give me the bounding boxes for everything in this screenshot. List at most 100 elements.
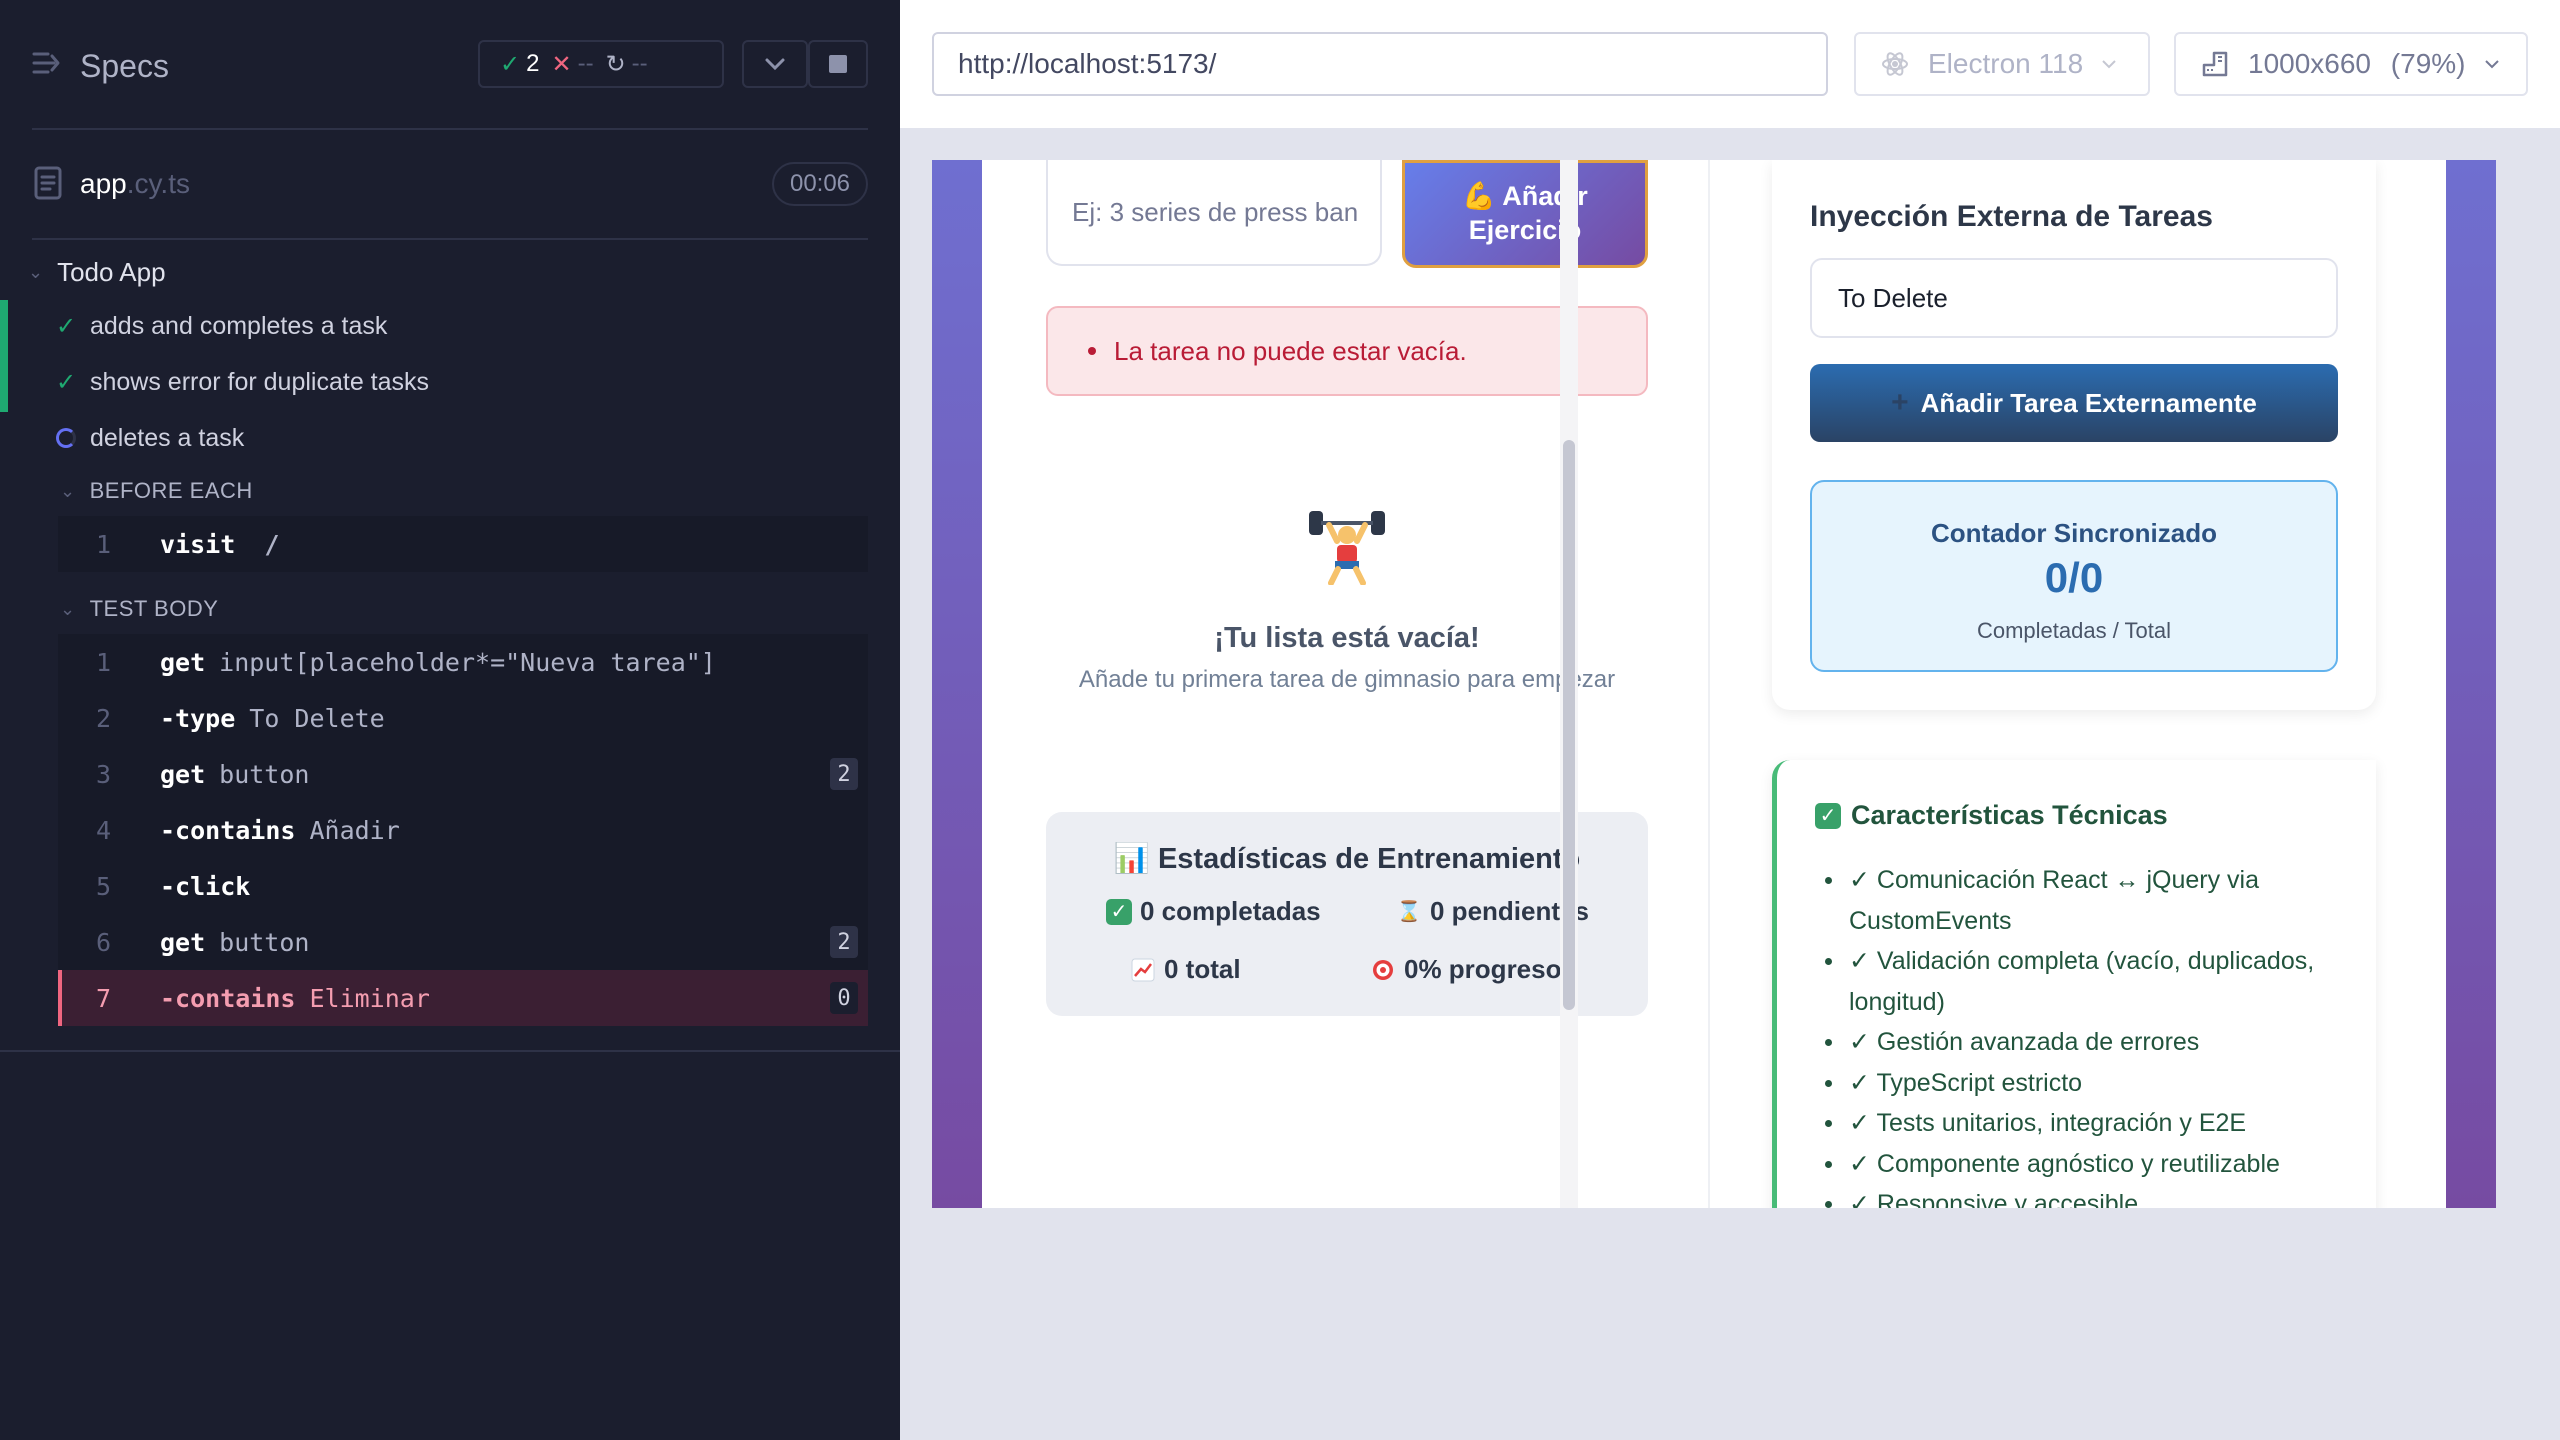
training-stats-card: 📊 Estadísticas de Entrenamiento ✓ 0 comp… (1046, 812, 1648, 1016)
command-message: Eliminar (309, 983, 430, 1013)
pending-icon: ↻ (605, 50, 626, 78)
pending-value: -- (631, 50, 648, 77)
command-number: 1 (96, 529, 112, 559)
test-body-commands: 1 get input[placeholder*="Nueva tarea"] 2 -t… (58, 634, 868, 1026)
command-number: 1 (96, 647, 112, 677)
command-number: 3 (96, 759, 112, 789)
test-adds-and-completes[interactable]: ✓ adds and completes a task (0, 300, 900, 356)
command-row[interactable]: 1 visit / (58, 516, 868, 572)
command-name-text: -contains (160, 815, 296, 845)
test-passed-bar (0, 356, 8, 412)
test-deletes-a-task[interactable]: deletes a task (0, 412, 900, 464)
url-bar[interactable]: http://localhost:5173/ (932, 32, 1828, 96)
list-item: ✓ TypeScript estricto (1815, 1063, 2355, 1104)
test-shows-error-duplicate[interactable]: ✓ shows error for duplicate tasks (0, 356, 900, 412)
check-icon: ✓ (56, 368, 77, 396)
counter-subtitle: Completadas / Total (1976, 618, 2172, 643)
collapse-all-button[interactable] (742, 40, 808, 88)
command-name-text: get (160, 647, 206, 677)
error-message-box: La tarea no puede estar vacía. (1046, 306, 1648, 396)
external-injection-title: Inyección Externa de Tareas (1810, 200, 2213, 233)
stat-progress: 0% progreso (1370, 954, 1562, 985)
list-item: ✓ Gestión avanzada de errores (1815, 1022, 2355, 1063)
add-exercise-label: 💪 Añadir Ejercicio (1462, 181, 1588, 245)
command-message: To Delete (249, 703, 385, 733)
command-message: input[placeholder*="Nueva tarea"] (219, 647, 716, 677)
chart-increasing-icon (1130, 957, 1156, 983)
x-icon: ✕ (551, 50, 572, 78)
hook-test-body[interactable]: ⌄ TEST BODY (60, 592, 218, 626)
command-name-text: visit (160, 529, 236, 559)
command-name: -type To Delete (160, 704, 385, 733)
passed-value: 2 (526, 50, 540, 77)
check-icon: ✓ (56, 312, 77, 340)
synced-counter: Contador Sincronizado 0/0 Completadas / … (1810, 480, 2338, 672)
stat-total-text: 0 total (1164, 954, 1241, 984)
command-name: get button (160, 760, 309, 789)
new-task-input[interactable]: Ej: 3 series de press ban (1046, 160, 1382, 266)
command-row[interactable]: 2 -type To Delete (58, 690, 868, 746)
specs-title[interactable]: Specs (80, 48, 169, 85)
reporter-panel: Specs ✓ 2 ✕ -- ↻ -- app.cy.ts 00:06 ⌄ To… (0, 0, 900, 1440)
running-spinner-icon (56, 428, 76, 448)
viewport-size: 1000x660 (79%) (2248, 48, 2466, 80)
command-number: 4 (96, 815, 112, 845)
failed-count: ✕ -- (551, 50, 593, 79)
command-row[interactable]: 6 get button 2 (58, 914, 868, 970)
document-icon (34, 166, 62, 200)
add-exercise-button[interactable]: 💪 Añadir Ejercicio (1402, 160, 1648, 268)
test-stats: ✓ 2 ✕ -- ↻ -- (478, 40, 724, 88)
counter-value: 0/0 (2044, 554, 2104, 601)
browser-name: Electron 118 (1928, 48, 2084, 79)
command-number: 2 (96, 703, 112, 733)
suite-todo-app[interactable]: ⌄ Todo App (28, 252, 166, 292)
ruler-icon (2202, 51, 2228, 77)
viewport-selector[interactable]: 1000x660 (79%) (2174, 32, 2528, 96)
command-number: 6 (96, 927, 112, 957)
spec-duration: 00:06 (772, 162, 868, 206)
hook-label: BEFORE EACH (89, 478, 253, 503)
command-name: get input[placeholder*="Nueva tarea"] (160, 648, 716, 677)
command-row[interactable]: 3 get button 2 (58, 746, 868, 802)
command-row[interactable]: 5 -click (58, 858, 868, 914)
command-row[interactable]: 1 get input[placeholder*="Nueva tarea"] (58, 634, 868, 690)
empty-state-title: ¡Tu lista está vacía! (1214, 622, 1480, 654)
stat-total: 0 total (1130, 954, 1241, 985)
tech-features-title-text: Características Técnicas (1851, 800, 2168, 830)
command-message: Añadir (309, 815, 400, 845)
spec-file-name[interactable]: app.cy.ts (80, 168, 190, 200)
command-row-failed[interactable]: 7 -contains Eliminar 0 (58, 970, 868, 1026)
command-name: -contains Eliminar (160, 984, 430, 1013)
file-base-name: app (80, 168, 127, 199)
hook-before-each[interactable]: ⌄ BEFORE EACH (60, 474, 253, 508)
electron-icon (1882, 52, 1908, 76)
stop-button[interactable] (808, 40, 868, 88)
command-name: get button (160, 928, 309, 957)
error-message-text: La tarea no puede estar vacía. (1114, 335, 1467, 366)
specs-list-icon[interactable] (32, 50, 62, 76)
before-each-commands: 1 visit / (58, 516, 868, 572)
tech-features-title: ✓ Características Técnicas (1815, 800, 2168, 831)
reporter-header: Specs ✓ 2 ✕ -- ↻ -- (0, 0, 900, 130)
test-title: shows error for duplicate tasks (90, 367, 430, 396)
add-external-task-label: Añadir Tarea Externamente (1920, 387, 2257, 418)
list-item: ✓ Validación completa (vacío, duplicados… (1815, 941, 2355, 1022)
scrollbar-thumb[interactable] (1563, 440, 1575, 1010)
target-icon (1370, 957, 1396, 983)
stat-completed-text: 0 completadas (1140, 896, 1321, 926)
external-task-input[interactable]: To Delete (1810, 258, 2338, 338)
aut-scrollbar[interactable] (1560, 160, 1578, 1208)
tech-features-card: ✓ Características Técnicas ✓ Comunicació… (1772, 760, 2376, 1208)
file-divider (32, 238, 868, 240)
check-box-icon: ✓ (1106, 898, 1132, 925)
add-external-task-button[interactable]: + Añadir Tarea Externamente (1810, 364, 2338, 442)
element-count-badge: 2 (830, 758, 858, 790)
todo-app-container: Ej: 3 series de press ban 💪 Añadir Ejerc… (982, 160, 2446, 1208)
command-message: button (219, 759, 310, 789)
browser-selector[interactable]: Electron 118 (1854, 32, 2150, 96)
failed-value: -- (577, 50, 594, 77)
command-row[interactable]: 4 -contains Añadir (58, 802, 868, 858)
empty-state-subtitle: Añade tu primera tarea de gimnasio para … (1078, 666, 1616, 693)
stat-progress-text: 0% progreso (1404, 954, 1562, 984)
list-item: ✓ Comunicación React ↔ jQuery via Custom… (1815, 860, 2355, 941)
